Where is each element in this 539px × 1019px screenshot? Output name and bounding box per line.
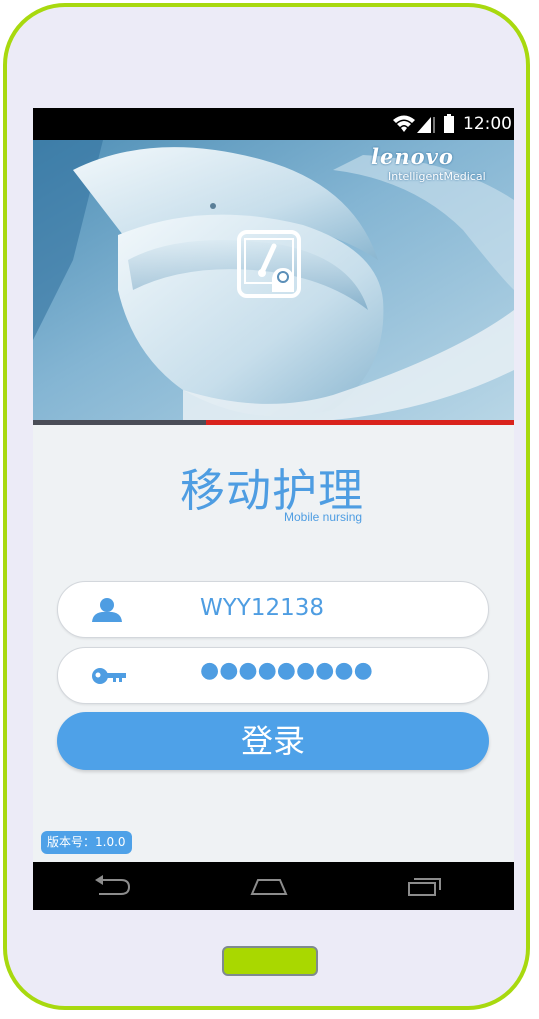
brand-subtitle: IntelligentMedical	[388, 170, 486, 183]
wifi-icon	[393, 115, 415, 132]
user-icon	[92, 598, 122, 622]
status-time: 12:00	[463, 114, 512, 134]
app-subtitle: Mobile nursing	[284, 510, 363, 524]
key-icon	[92, 668, 126, 684]
status-bar: 12:00	[33, 108, 514, 140]
battery-icon	[444, 114, 454, 133]
brand-name: lenovo	[371, 144, 454, 169]
home-icon[interactable]	[249, 874, 289, 898]
brand-logo: lenovo IntelligentMedical	[371, 144, 506, 186]
navigation-bar	[33, 862, 514, 910]
password-field[interactable]: ●●●●●●●●●	[57, 647, 489, 704]
username-input[interactable]: WYY12138	[200, 595, 324, 621]
back-icon[interactable]	[93, 874, 133, 898]
progress-bar	[33, 420, 514, 425]
recent-apps-icon[interactable]	[405, 874, 445, 898]
progress-bar-fill	[33, 420, 207, 425]
version-badge: 版本号：1.0.0	[41, 831, 132, 854]
login-button[interactable]: 登录	[57, 712, 489, 770]
mobile-nursing-app-icon	[237, 230, 301, 298]
signal-icon	[417, 117, 435, 133]
app-screen: 12:00 lenovo IntelligentMedical 移动护理 Mob…	[33, 108, 514, 910]
username-field[interactable]: WYY12138	[57, 581, 489, 638]
status-icons	[393, 114, 454, 133]
hero-banner: lenovo IntelligentMedical	[33, 140, 514, 420]
password-input[interactable]: ●●●●●●●●●	[200, 658, 373, 683]
hardware-home-button[interactable]	[222, 946, 318, 976]
